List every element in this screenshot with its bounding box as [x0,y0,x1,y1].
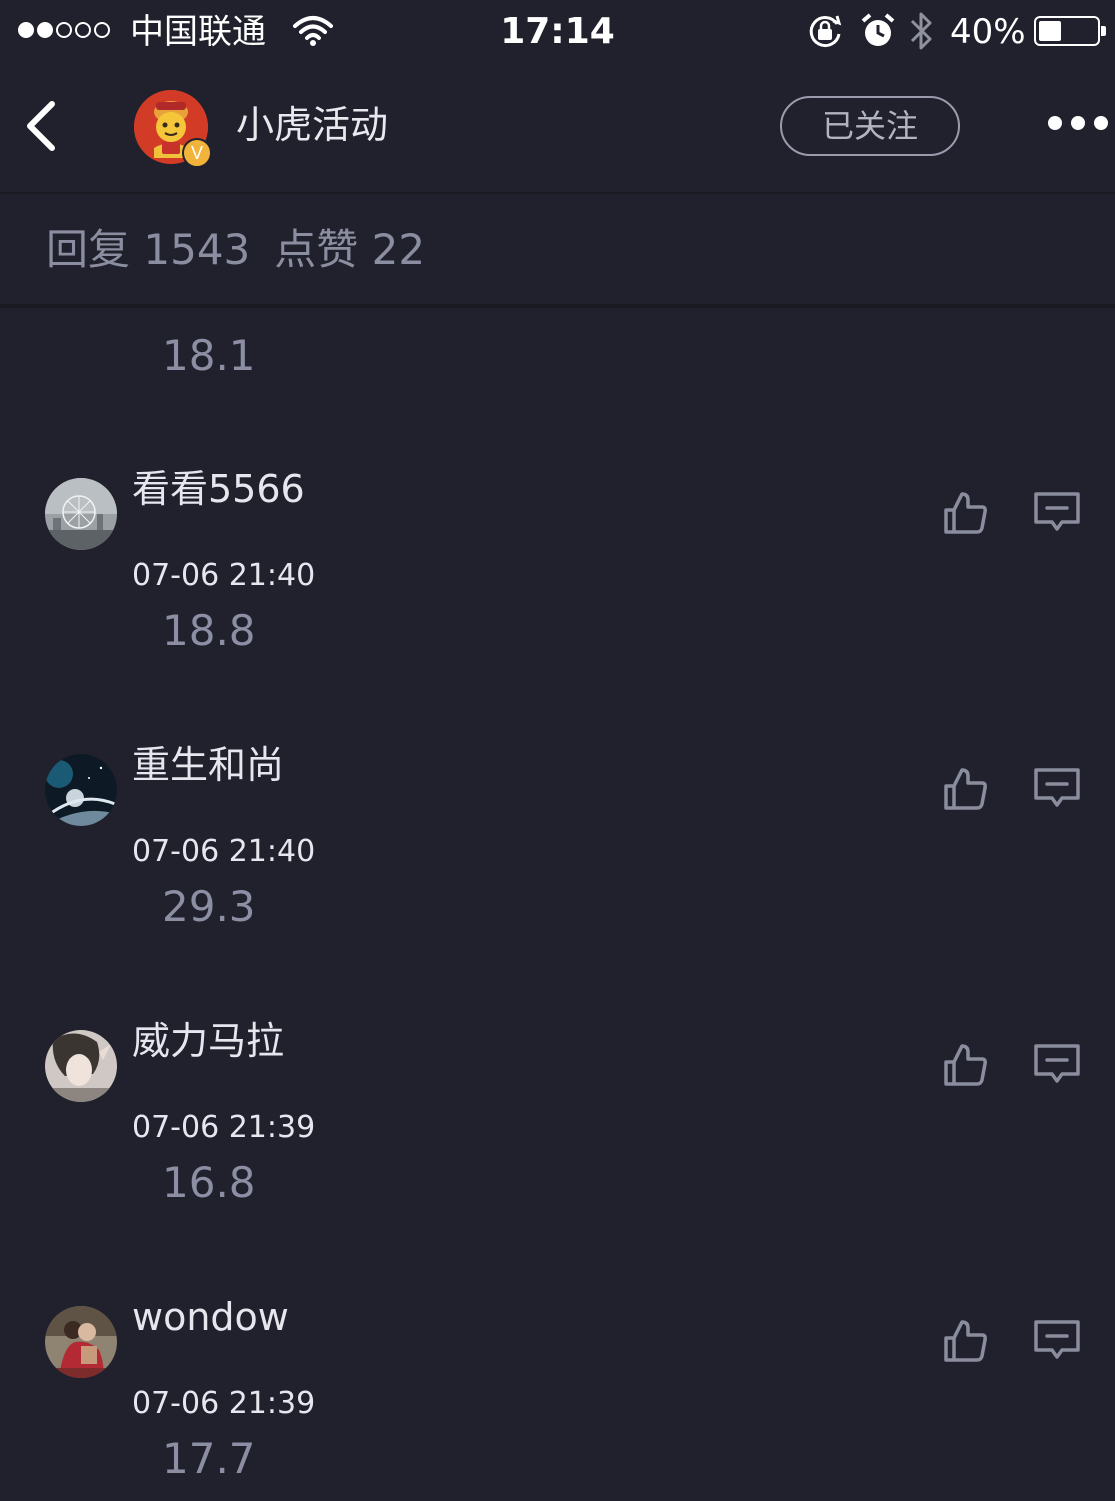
stats-text: 回复 1543 点赞 22 [46,224,425,276]
comment-time: 07-06 21:39 [132,1110,316,1145]
verified-badge: V [182,138,212,168]
planet-avatar-icon [45,754,117,826]
status-bar: 中国联通 17:14 40% [0,0,1115,64]
battery-fill [1039,21,1061,41]
comment-time: 07-06 21:40 [132,558,316,593]
comment-icon[interactable] [1032,1042,1082,1088]
comment-author[interactable]: 看看5566 [132,464,305,514]
avatar[interactable] [45,1030,117,1102]
comment-author[interactable]: 重生和尚 [132,740,284,790]
comment-list: 18.1 看看5566 07-06 21:40 18.8 重生和尚 07-06 … [0,308,1115,1501]
avatar[interactable] [45,478,117,550]
comment-time: 07-06 21:40 [132,834,316,869]
clock-time: 17:14 [500,11,615,52]
rotation-lock-icon [809,15,842,48]
comment-author[interactable]: wondow [132,1292,289,1342]
replies-count: 1543 [143,225,251,274]
avatar[interactable] [45,754,117,826]
alarm-icon [861,13,895,46]
battery-percent: 40% [950,12,1026,52]
ferris-wheel-avatar-icon [45,478,117,550]
comment-text: 17.7 [162,1434,256,1483]
bluetooth-icon [910,12,932,50]
comment-icon[interactable] [1032,1318,1082,1364]
page-title[interactable]: 小虎活动 [236,100,388,150]
comment-item: 重生和尚 07-06 21:40 29.3 [0,722,1115,998]
battery-icon [1034,16,1106,46]
replies-label: 回复 [46,225,131,274]
likes-count: 22 [371,225,426,274]
thumbs-up-icon[interactable] [940,1040,990,1090]
stats-bar: 回复 1543 点赞 22 [0,194,1115,308]
avatar[interactable] [45,1306,117,1378]
comment-text: 18.8 [162,606,256,655]
thumbs-up-icon[interactable] [940,488,990,538]
comment-text: 29.3 [162,882,256,931]
partial-comment-text: 18.1 [162,331,256,380]
comment-text: 16.8 [162,1158,256,1207]
likes-label: 点赞 [274,225,359,274]
comment-icon[interactable] [1032,766,1082,812]
thumbs-up-icon[interactable] [940,764,990,814]
portrait-avatar-icon [45,1030,117,1102]
comment-item: 看看5566 07-06 21:40 18.8 [0,446,1115,722]
comment-icon[interactable] [1032,490,1082,536]
back-button[interactable] [14,94,70,158]
comment-item: 威力马拉 07-06 21:39 16.8 [0,998,1115,1274]
thumbs-up-icon[interactable] [940,1316,990,1366]
comment-time: 07-06 21:39 [132,1386,316,1421]
nav-bar: V 小虎活动 已关注 [0,64,1115,194]
couple-avatar-icon [45,1306,117,1378]
more-dots-icon[interactable] [1048,116,1108,136]
account-avatar[interactable]: V [134,90,212,168]
comment-item: wondow 07-06 21:39 17.7 [0,1274,1115,1501]
comment-author[interactable]: 威力马拉 [132,1016,284,1066]
follow-button[interactable]: 已关注 [780,96,960,156]
